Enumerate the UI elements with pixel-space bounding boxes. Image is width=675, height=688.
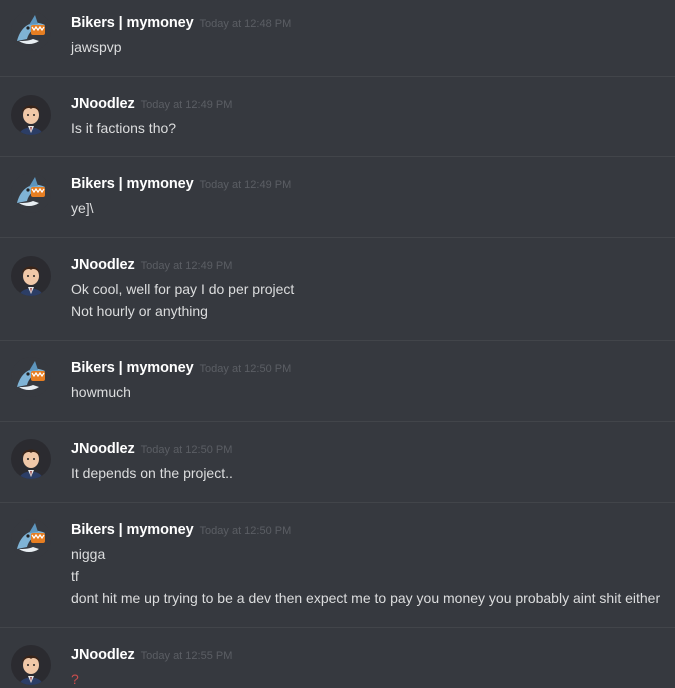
message-divider	[0, 76, 675, 77]
message-text: ?	[71, 671, 79, 687]
shark-avatar[interactable]	[11, 519, 51, 559]
timestamp[interactable]: Today at 12:49 PM	[141, 260, 233, 272]
message-text: Is it factions tho?	[71, 120, 177, 136]
message-divider	[0, 627, 675, 628]
username[interactable]: JNoodlez	[71, 647, 135, 663]
timestamp[interactable]: Today at 12:55 PM	[141, 650, 233, 662]
timestamp[interactable]: Today at 12:49 PM	[200, 179, 292, 191]
message-divider	[0, 156, 675, 157]
message-text: nigga	[71, 546, 106, 562]
jnoodlez-avatar[interactable]	[11, 256, 51, 296]
message-text: Not hourly or anything	[71, 303, 208, 319]
message-header: Bikers | mymoney Today at 12:50 PM	[71, 360, 291, 380]
message-header: JNoodlez Today at 12:50 PM	[71, 441, 232, 461]
message-divider	[0, 421, 675, 422]
username[interactable]: Bikers | mymoney	[71, 360, 194, 376]
message-header: JNoodlez Today at 12:49 PM	[71, 257, 232, 277]
jnoodlez-avatar[interactable]	[11, 95, 51, 135]
jnoodlez-avatar[interactable]	[11, 645, 51, 685]
message-divider	[0, 502, 675, 503]
shark-avatar[interactable]	[11, 173, 51, 213]
username[interactable]: Bikers | mymoney	[71, 176, 194, 192]
message-divider	[0, 340, 675, 341]
jnoodlez-avatar[interactable]	[11, 439, 51, 479]
username[interactable]: JNoodlez	[71, 441, 135, 457]
username[interactable]: JNoodlez	[71, 96, 135, 112]
message-text: dont hit me up trying to be a dev then e…	[71, 590, 661, 606]
username[interactable]: Bikers | mymoney	[71, 15, 194, 31]
username[interactable]: Bikers | mymoney	[71, 522, 194, 538]
message-text: Ok cool, well for pay I do per project	[71, 281, 295, 297]
username[interactable]: JNoodlez	[71, 257, 135, 273]
chat-log: Bikers | mymoney Today at 12:48 PM jawsp…	[0, 0, 675, 688]
message-text: ye]\	[71, 200, 94, 216]
message-text: It depends on the project..	[71, 465, 233, 481]
shark-avatar[interactable]	[11, 357, 51, 397]
timestamp[interactable]: Today at 12:50 PM	[141, 444, 233, 456]
timestamp[interactable]: Today at 12:49 PM	[141, 99, 233, 111]
message-text: howmuch	[71, 384, 131, 400]
message-header: Bikers | mymoney Today at 12:49 PM	[71, 176, 291, 196]
message-header: JNoodlez Today at 12:55 PM	[71, 647, 232, 667]
message-text: tf	[71, 568, 79, 584]
message-divider	[0, 237, 675, 238]
message-header: Bikers | mymoney Today at 12:48 PM	[71, 15, 291, 35]
message-header: JNoodlez Today at 12:49 PM	[71, 96, 232, 116]
message-text: jawspvp	[71, 39, 122, 55]
timestamp[interactable]: Today at 12:48 PM	[200, 18, 292, 30]
timestamp[interactable]: Today at 12:50 PM	[200, 363, 292, 375]
timestamp[interactable]: Today at 12:50 PM	[200, 525, 292, 537]
message-header: Bikers | mymoney Today at 12:50 PM	[71, 522, 291, 542]
shark-avatar[interactable]	[11, 11, 51, 51]
